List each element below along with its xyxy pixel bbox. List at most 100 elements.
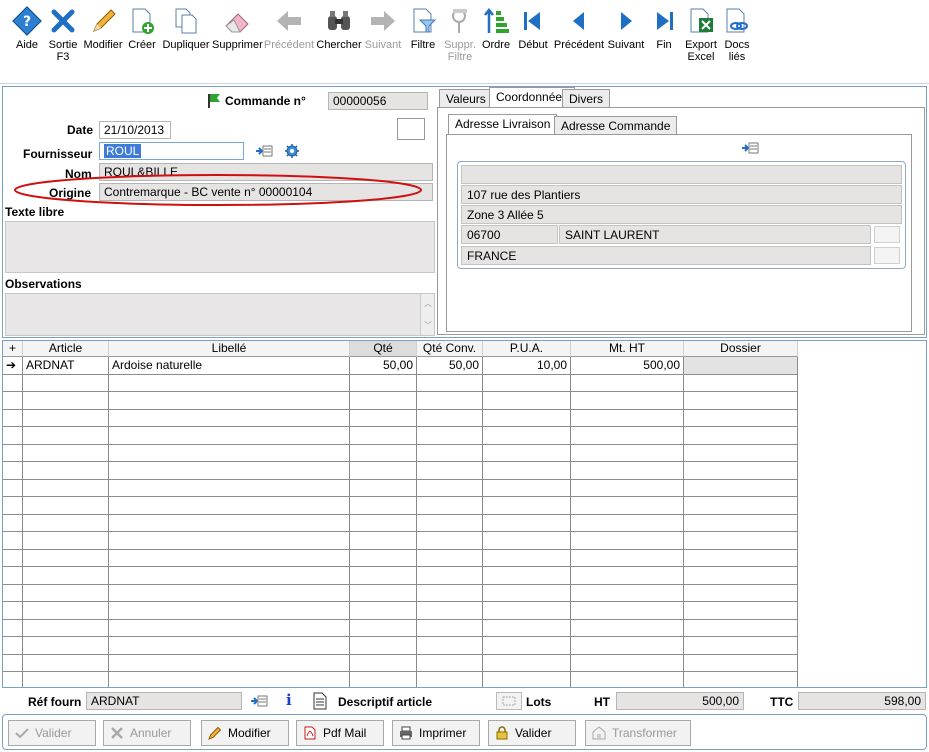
cell-dossier[interactable]	[684, 514, 798, 532]
cell-dossier[interactable]	[684, 444, 798, 462]
cell-qte-conv[interactable]	[417, 584, 483, 602]
toolbar-modify-button[interactable]: Modifier	[82, 6, 124, 51]
cell-qte[interactable]	[350, 497, 417, 515]
cell-article[interactable]	[23, 654, 109, 672]
cell-mt-ht[interactable]	[571, 654, 684, 672]
cell-qte[interactable]	[350, 427, 417, 445]
scroll-down-icon[interactable]: ﹀	[424, 320, 432, 331]
cell-dossier[interactable]	[684, 357, 798, 375]
cell-libelle[interactable]	[109, 637, 350, 655]
cell-dossier[interactable]	[684, 392, 798, 410]
postcode-field[interactable]: 06700	[461, 225, 558, 244]
table-row[interactable]	[3, 374, 798, 392]
date-field[interactable]: 21/10/2013	[99, 121, 171, 139]
gear-icon[interactable]	[284, 143, 300, 159]
cell-qte-conv[interactable]	[417, 462, 483, 480]
cell-libelle[interactable]	[109, 392, 350, 410]
toolbar-previous-button[interactable]: Précédent	[262, 6, 316, 51]
cell-mt-ht[interactable]	[571, 444, 684, 462]
country-field[interactable]: FRANCE	[461, 246, 871, 265]
cell-dossier[interactable]	[684, 549, 798, 567]
cell-mt-ht[interactable]	[571, 392, 684, 410]
column-header-mt-ht[interactable]: Mt. HT	[571, 341, 684, 357]
cell-libelle[interactable]	[109, 514, 350, 532]
cell-mt-ht[interactable]	[571, 584, 684, 602]
toolbar-linked-docs-button[interactable]: Docs liés	[720, 6, 754, 63]
table-row[interactable]	[3, 584, 798, 602]
table-row[interactable]	[3, 392, 798, 410]
ref-fourn-field[interactable]: ARDNAT	[86, 692, 242, 710]
date-picker-button[interactable]	[397, 118, 425, 140]
cell-mt-ht[interactable]	[571, 409, 684, 427]
cell-libelle[interactable]	[109, 567, 350, 585]
cell-article[interactable]	[23, 444, 109, 462]
cell-mt-ht[interactable]	[571, 427, 684, 445]
cell-qte[interactable]	[350, 514, 417, 532]
cell-qte[interactable]	[350, 584, 417, 602]
column-header-pua[interactable]: P.U.A.	[483, 341, 571, 357]
cell-qte[interactable]	[350, 637, 417, 655]
validate-button[interactable]: Valider	[8, 720, 96, 746]
cell-qte[interactable]	[350, 654, 417, 672]
cell-pua[interactable]	[483, 497, 571, 515]
info-icon[interactable]: i	[286, 691, 292, 709]
grid-add-column[interactable]: +	[3, 341, 23, 357]
cell-mt-ht[interactable]	[571, 672, 684, 687]
column-header-qte[interactable]: Qté	[350, 341, 417, 357]
address-line-1[interactable]	[461, 165, 902, 184]
cell-dossier[interactable]	[684, 672, 798, 687]
cell-pua[interactable]	[483, 619, 571, 637]
cell-qte-conv[interactable]	[417, 602, 483, 620]
address-line-2[interactable]: 107 rue des Plantiers	[461, 185, 902, 204]
cell-qte[interactable]	[350, 444, 417, 462]
cell-qte-conv[interactable]	[417, 514, 483, 532]
cell-qte[interactable]	[350, 567, 417, 585]
cell-qte[interactable]	[350, 672, 417, 687]
cell-qte[interactable]	[350, 374, 417, 392]
cell-article[interactable]	[23, 619, 109, 637]
cell-mt-ht[interactable]	[571, 619, 684, 637]
table-row[interactable]	[3, 462, 798, 480]
cell-article[interactable]	[23, 392, 109, 410]
column-header-dossier[interactable]: Dossier	[684, 341, 798, 357]
cell-qte[interactable]	[350, 462, 417, 480]
column-header-article[interactable]: Article	[23, 341, 109, 357]
cell-libelle[interactable]	[109, 497, 350, 515]
cell-qte-conv[interactable]	[417, 672, 483, 687]
cell-pua[interactable]	[483, 549, 571, 567]
cell-qte[interactable]	[350, 549, 417, 567]
lots-button[interactable]	[496, 692, 522, 710]
cell-article[interactable]	[23, 374, 109, 392]
toolbar-next-button[interactable]: Suivant	[362, 6, 404, 51]
table-row[interactable]	[3, 619, 798, 637]
cell-qte[interactable]	[350, 392, 417, 410]
cell-libelle[interactable]	[109, 532, 350, 550]
pdf-mail-button[interactable]: Pdf Mail	[296, 720, 384, 746]
cell-dossier[interactable]	[684, 462, 798, 480]
table-row[interactable]	[3, 672, 798, 687]
table-row[interactable]	[3, 479, 798, 497]
cell-article[interactable]	[23, 497, 109, 515]
cell-dossier[interactable]	[684, 602, 798, 620]
tab-adresse-livraison[interactable]: Adresse Livraison	[448, 114, 558, 134]
cell-qte-conv[interactable]	[417, 479, 483, 497]
cell-pua[interactable]	[483, 654, 571, 672]
table-row[interactable]	[3, 567, 798, 585]
observations-area[interactable]: ︿ ﹀	[5, 293, 435, 336]
document-icon[interactable]	[312, 692, 328, 710]
cell-qte-conv[interactable]	[417, 444, 483, 462]
cell-dossier[interactable]	[684, 409, 798, 427]
cell-libelle[interactable]: Ardoise naturelle	[109, 357, 350, 375]
toolbar-export-excel-button[interactable]: Export Excel	[682, 6, 720, 63]
cell-pua[interactable]	[483, 514, 571, 532]
cell-qte-conv[interactable]	[417, 654, 483, 672]
cell-dossier[interactable]	[684, 427, 798, 445]
table-row[interactable]	[3, 602, 798, 620]
cell-mt-ht[interactable]	[571, 462, 684, 480]
toolbar-next-record-button[interactable]: Suivant	[606, 6, 646, 51]
lookup-list-icon[interactable]	[741, 141, 759, 155]
cell-pua[interactable]	[483, 409, 571, 427]
cell-article[interactable]	[23, 462, 109, 480]
toolbar-previous-record-button[interactable]: Précédent	[552, 6, 606, 51]
cell-dossier[interactable]	[684, 532, 798, 550]
